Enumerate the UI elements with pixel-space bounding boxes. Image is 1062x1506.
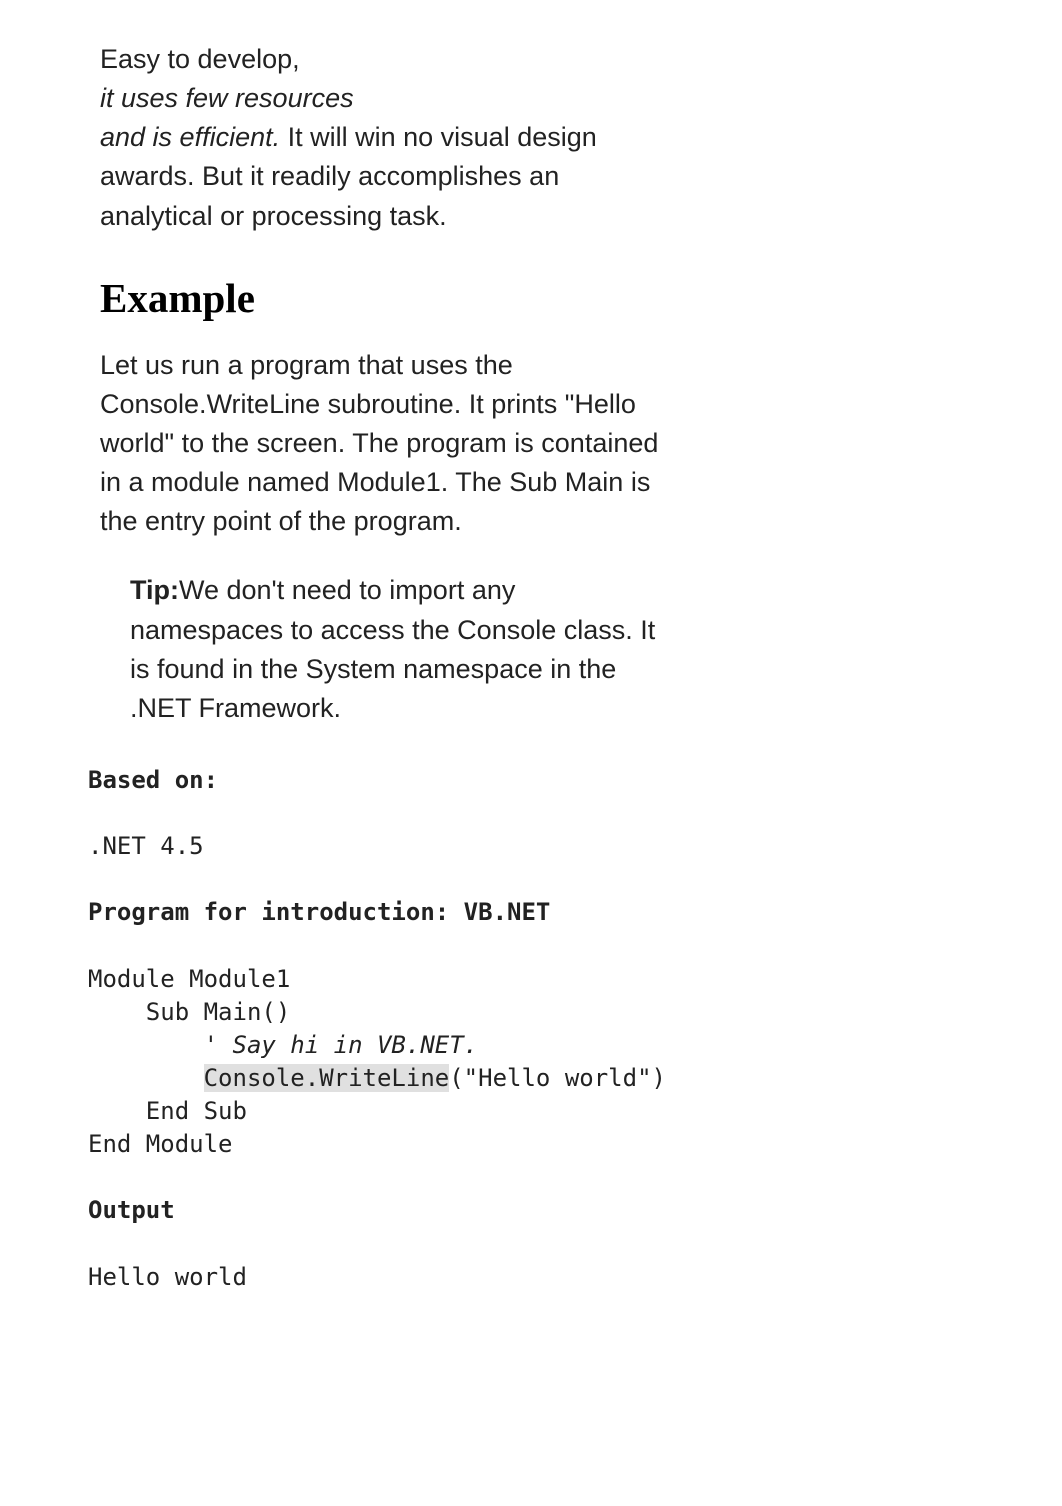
code-l1: Module Module1 — [88, 965, 290, 993]
tip-text: We don't need to import any namespaces t… — [130, 575, 655, 722]
tip-label: Tip: — [130, 575, 179, 605]
intro-line1: Easy to develop, — [100, 44, 300, 74]
code-output-label: Output — [88, 1196, 175, 1224]
code-l3-comment: ' Say hi in VB.NET. — [88, 1031, 478, 1059]
code-based-on-label: Based on: — [88, 766, 218, 794]
example-paragraph: Let us run a program that uses the Conso… — [100, 346, 660, 542]
tip-block: Tip:We don't need to import any namespac… — [100, 571, 660, 728]
code-based-on-value: .NET 4.5 — [88, 832, 204, 860]
code-l4-highlight: Console.WriteLine — [204, 1064, 450, 1092]
code-l4b: ("Hello world") — [449, 1064, 666, 1092]
code-output-value: Hello world — [88, 1263, 247, 1291]
code-block: Based on: .NET 4.5 Program for introduct… — [0, 764, 1062, 1294]
code-l2: Sub Main() — [88, 998, 290, 1026]
code-l6: End Module — [88, 1130, 233, 1158]
intro-italic2: and is efficient. — [100, 122, 280, 152]
intro-paragraph: Easy to develop, it uses few resources a… — [100, 40, 620, 236]
intro-italic1: it uses few resources — [100, 83, 354, 113]
heading-example: Example — [100, 274, 972, 322]
code-l5: End Sub — [88, 1097, 247, 1125]
code-program-label: Program for introduction: VB.NET — [88, 898, 550, 926]
code-l4a — [88, 1064, 204, 1092]
